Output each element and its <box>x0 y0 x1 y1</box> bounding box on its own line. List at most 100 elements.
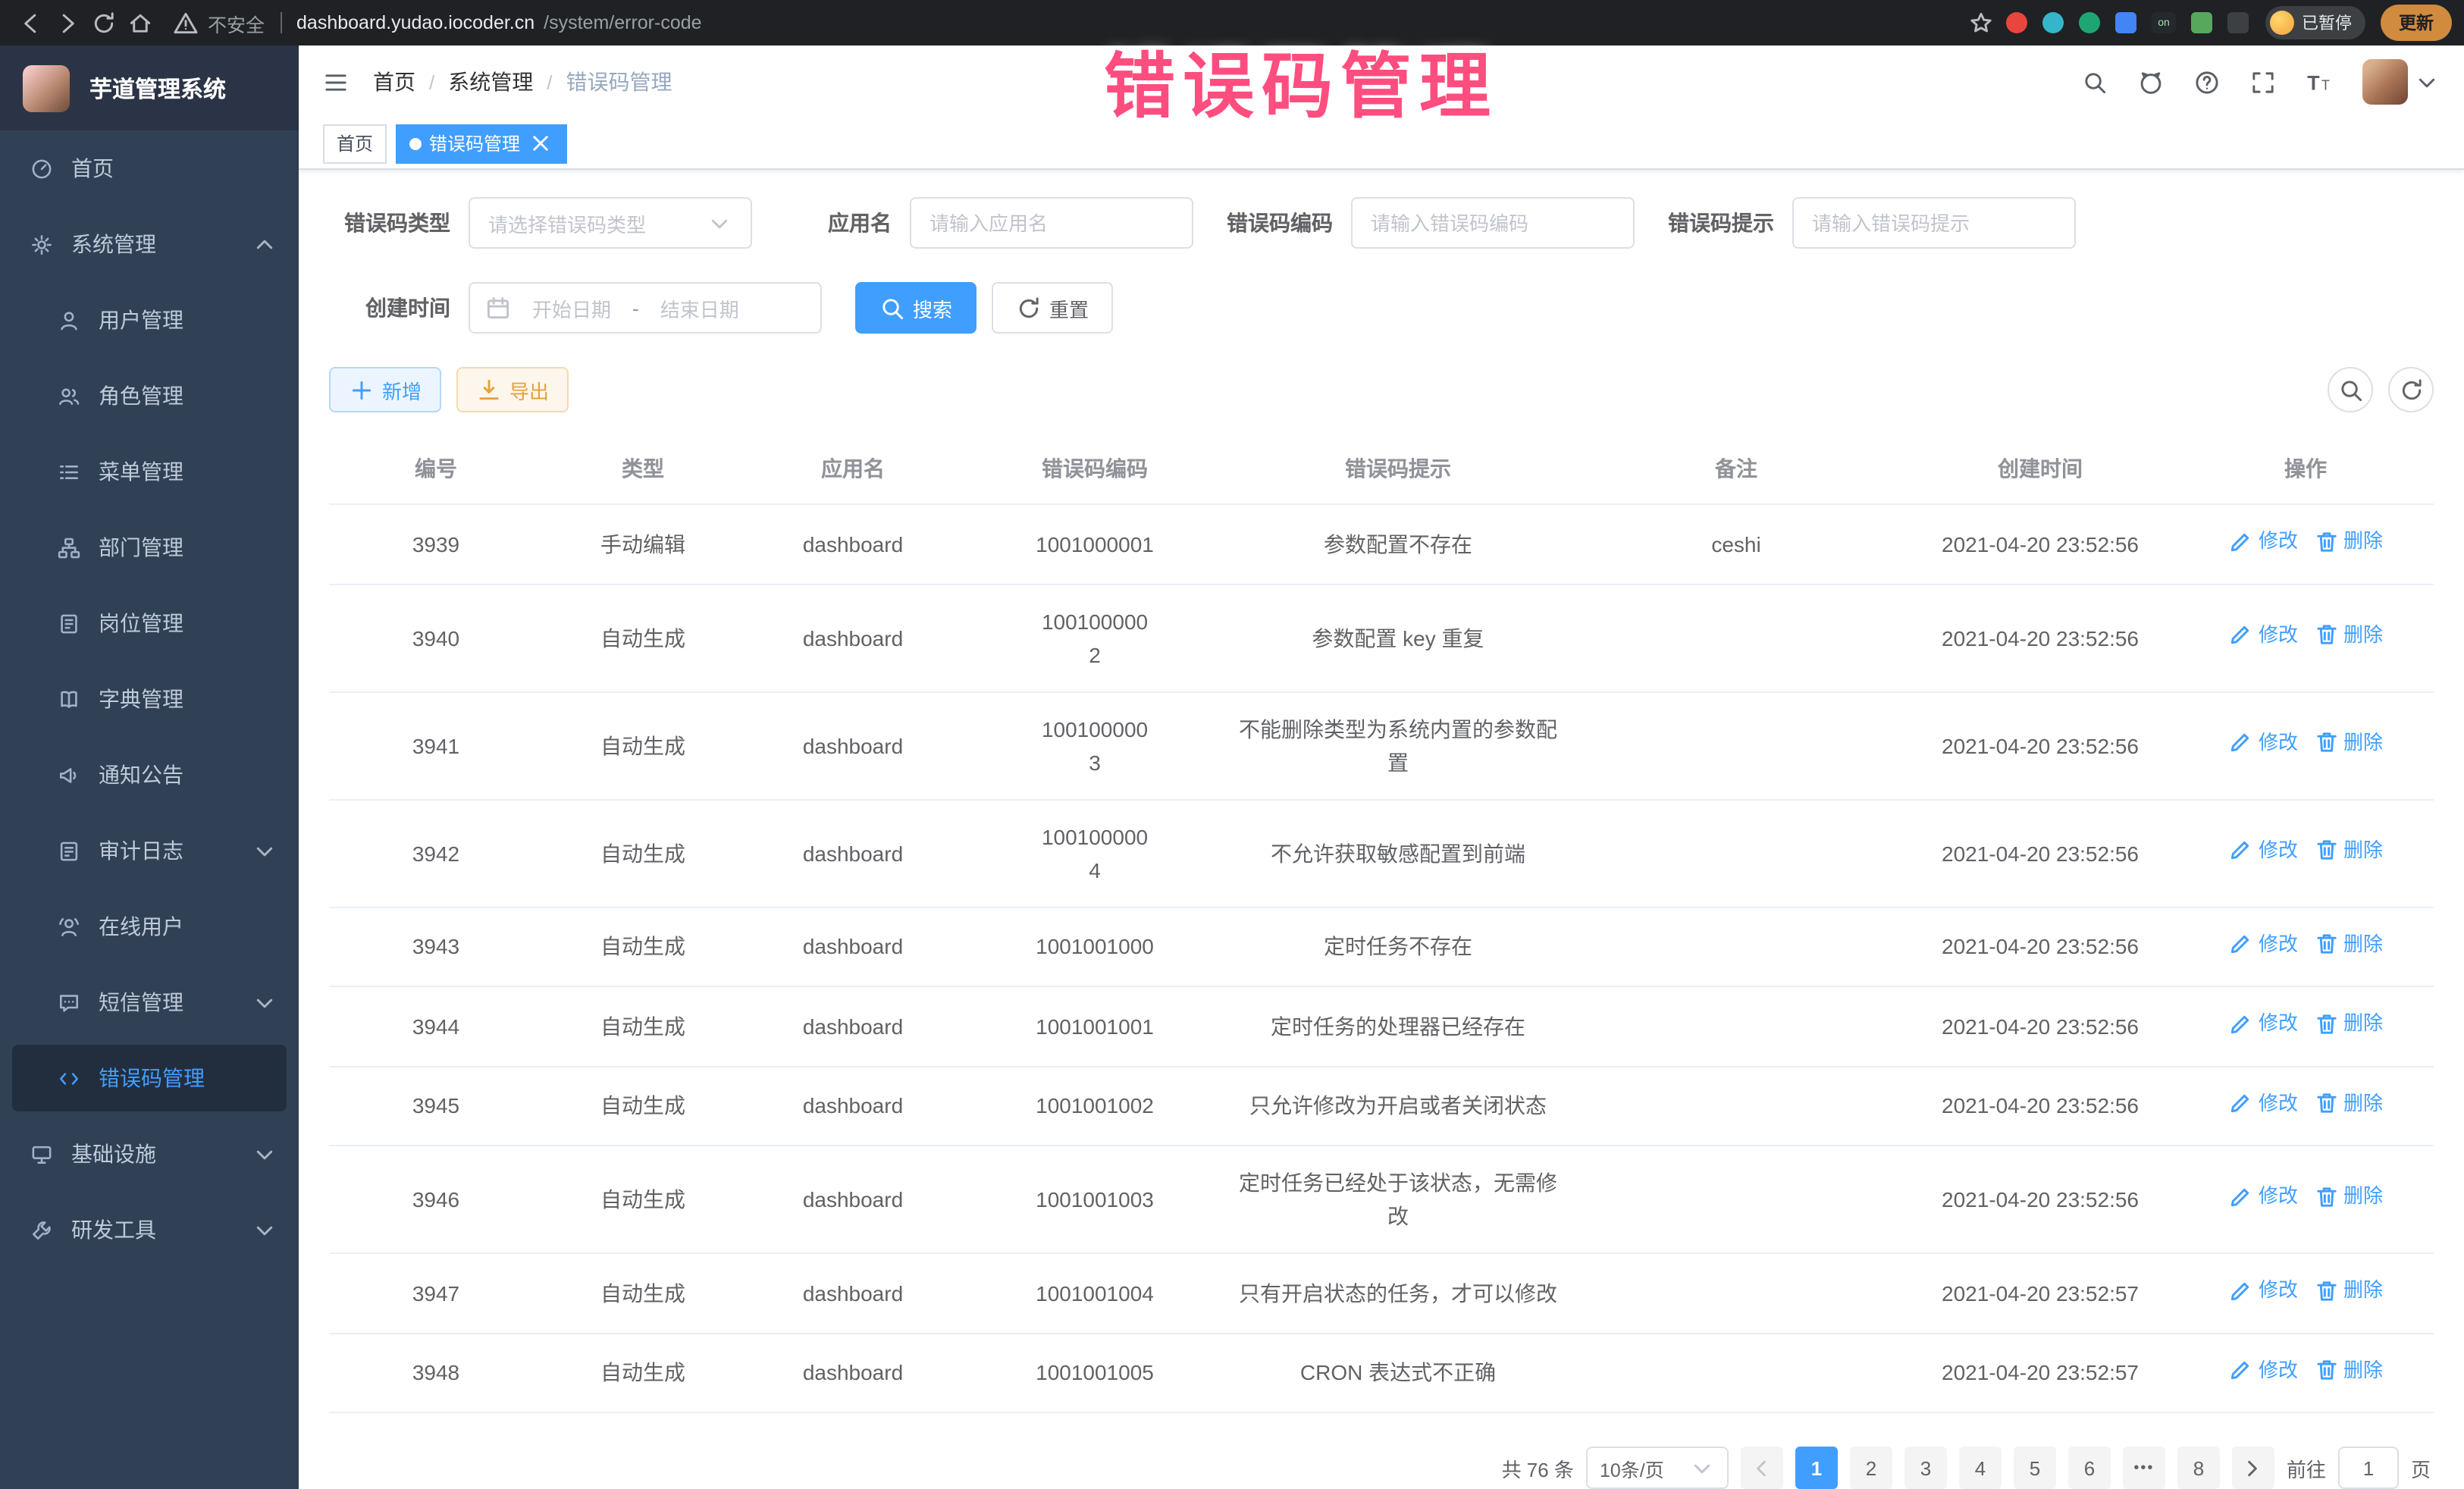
page-button[interactable]: 3 <box>1904 1447 1947 1489</box>
extension-icon[interactable] <box>2079 12 2100 33</box>
fullscreen-icon[interactable] <box>2250 69 2276 95</box>
extension-icon[interactable] <box>2042 12 2064 33</box>
cell-remark: ceshi <box>1569 504 1903 584</box>
delete-button[interactable]: 删除 <box>2313 1086 2383 1120</box>
page-button[interactable]: 5 <box>2014 1447 2056 1489</box>
page-button[interactable]: 4 <box>1959 1447 2002 1489</box>
column-header: 操作 <box>2177 434 2434 504</box>
column-header: 错误码编码 <box>963 434 1227 504</box>
address-bar[interactable]: 不安全 dashboard.yudao.iocoder.cn/system/er… <box>158 8 1962 37</box>
delete-icon <box>2313 838 2339 864</box>
prev-page-button[interactable] <box>1741 1447 1783 1489</box>
delete-button[interactable]: 删除 <box>2313 1353 2383 1387</box>
cell-code: 1001000001 <box>963 504 1227 584</box>
help-icon[interactable] <box>2194 69 2220 95</box>
delete-button[interactable]: 删除 <box>2313 1007 2383 1040</box>
bookmark-star-icon[interactable] <box>1962 5 1998 41</box>
sidebar-item[interactable]: 字典管理 <box>0 661 299 737</box>
search-button[interactable]: 搜索 <box>855 282 977 334</box>
reset-button[interactable]: 重置 <box>992 282 1113 334</box>
sidebar-item[interactable]: 通知公告 <box>0 737 299 813</box>
page-button[interactable]: 1 <box>1795 1447 1838 1489</box>
filter-item-create-time: 创建时间 开始日期 - 结束日期 <box>329 282 822 334</box>
breadcrumb-item[interactable]: 系统管理 <box>448 67 533 97</box>
breadcrumb-item[interactable]: 首页 <box>373 67 415 97</box>
hamburger-icon[interactable] <box>323 69 349 95</box>
pager-ellipsis[interactable]: ••• <box>2123 1447 2165 1489</box>
cell-hint: 定时任务已经处于该状态，无需修改 <box>1227 1146 1569 1253</box>
extensions-puzzle-icon[interactable] <box>2227 12 2249 33</box>
export-button[interactable]: 导出 <box>456 367 569 412</box>
sidebar-item[interactable]: 用户管理 <box>0 282 299 358</box>
page-button[interactable]: 8 <box>2177 1447 2220 1489</box>
browser-update-button[interactable]: 更新 <box>2381 5 2452 41</box>
error-type-select[interactable]: 请选择错误码类型 <box>469 197 752 249</box>
edit-button[interactable]: 修改 <box>2228 619 2298 652</box>
delete-button[interactable]: 删除 <box>2313 726 2383 760</box>
cell-code: 1001000003 <box>963 691 1227 799</box>
page-button[interactable]: 6 <box>2068 1447 2111 1489</box>
date-range-picker[interactable]: 开始日期 - 结束日期 <box>469 282 822 334</box>
search-icon[interactable] <box>2082 69 2108 95</box>
edit-button[interactable]: 修改 <box>2228 1007 2298 1040</box>
edit-button[interactable]: 修改 <box>2228 1353 2298 1387</box>
sidebar-item[interactable]: 首页 <box>0 130 299 206</box>
page-button[interactable]: 2 <box>1850 1447 1892 1489</box>
edit-button[interactable]: 修改 <box>2228 525 2298 558</box>
profile-paused-badge[interactable]: 已暂停 <box>2265 6 2365 39</box>
edit-button[interactable]: 修改 <box>2228 1180 2298 1214</box>
sidebar-item[interactable]: 在线用户 <box>0 889 299 964</box>
delete-button[interactable]: 删除 <box>2313 619 2383 652</box>
extension-icon[interactable] <box>2115 12 2136 33</box>
error-hint-input[interactable] <box>1792 197 2076 249</box>
edit-button[interactable]: 修改 <box>2228 1274 2298 1307</box>
github-icon[interactable] <box>2138 69 2164 95</box>
edit-button[interactable]: 修改 <box>2228 1086 2298 1120</box>
cell-time: 2021-04-20 23:52:56 <box>1903 691 2177 799</box>
error-hint-label: 错误码提示 <box>1653 208 1774 238</box>
delete-button[interactable]: 删除 <box>2313 1274 2383 1307</box>
sidebar-item[interactable]: 审计日志 <box>0 813 299 889</box>
add-button[interactable]: 新增 <box>329 367 441 412</box>
edit-button[interactable]: 修改 <box>2228 834 2298 867</box>
font-size-icon[interactable]: TT <box>2306 69 2332 95</box>
cell-app: dashboard <box>743 1146 963 1253</box>
view-tag[interactable]: 错误码管理 <box>396 124 567 163</box>
browser-home-icon[interactable] <box>121 5 158 41</box>
sidebar-item[interactable]: 系统管理 <box>0 206 299 282</box>
browser-back-icon[interactable] <box>12 5 49 41</box>
show-search-button[interactable] <box>2328 367 2373 412</box>
goto-page-input[interactable] <box>2338 1447 2399 1489</box>
close-icon[interactable] <box>528 130 553 156</box>
delete-button[interactable]: 删除 <box>2313 927 2383 961</box>
sidebar-item[interactable]: 菜单管理 <box>0 434 299 509</box>
delete-button[interactable]: 删除 <box>2313 834 2383 867</box>
app-name-input[interactable] <box>910 197 1193 249</box>
delete-button[interactable]: 删除 <box>2313 525 2383 558</box>
error-code-input[interactable] <box>1351 197 1635 249</box>
sidebar-item[interactable]: 岗位管理 <box>0 585 299 661</box>
refresh-table-button[interactable] <box>2388 367 2434 412</box>
table-header-row: 编号类型应用名错误码编码错误码提示备注创建时间操作 <box>329 434 2434 504</box>
sidebar-item[interactable]: 研发工具 <box>0 1192 299 1268</box>
next-page-button[interactable] <box>2232 1447 2274 1489</box>
delete-button[interactable]: 删除 <box>2313 1180 2383 1214</box>
user-menu[interactable] <box>2362 59 2440 105</box>
extension-icon[interactable]: on <box>2152 12 2176 33</box>
sidebar-item[interactable]: 基础设施 <box>0 1116 299 1192</box>
filter-row: 创建时间 开始日期 - 结束日期 搜索 <box>329 282 2434 334</box>
sidebar-item[interactable]: 角色管理 <box>0 358 299 434</box>
sidebar-item[interactable]: 短信管理 <box>0 964 299 1040</box>
browser-forward-icon[interactable] <box>49 5 85 41</box>
sidebar-item-active[interactable]: 错误码管理 <box>12 1045 287 1111</box>
view-tag[interactable]: 首页 <box>323 124 387 163</box>
cell-type: 自动生成 <box>543 1253 743 1333</box>
page-size-select[interactable]: 10条/页 <box>1586 1447 1729 1489</box>
extension-icon[interactable] <box>2006 12 2027 33</box>
download-icon <box>476 377 502 403</box>
extension-icon[interactable] <box>2191 12 2212 33</box>
edit-button[interactable]: 修改 <box>2228 927 2298 961</box>
edit-button[interactable]: 修改 <box>2228 726 2298 760</box>
sidebar-item[interactable]: 部门管理 <box>0 509 299 585</box>
browser-reload-icon[interactable] <box>85 5 121 41</box>
